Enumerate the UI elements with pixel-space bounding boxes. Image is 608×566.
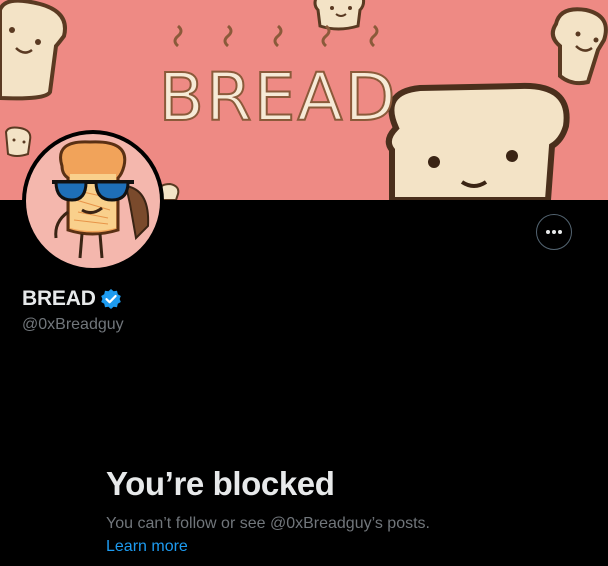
display-name: BREAD [22,287,96,310]
ellipsis-icon [546,230,562,234]
avatar[interactable] [22,130,164,272]
toast-with-sunglasses-avatar-icon [26,134,160,268]
blocked-title: You’re blocked [106,465,335,502]
toast-large-icon [385,82,570,200]
more-options-button[interactable] [536,214,572,250]
profile-handle: @0xBreadguy [22,316,124,333]
banner-title: BREAD [159,59,398,136]
toast-tiny-left-icon [4,126,32,157]
verified-badge-icon[interactable] [100,288,122,310]
blocked-message: You can’t follow or see @0xBreadguy’s po… [106,515,430,532]
toast-top-right-icon [550,7,608,86]
learn-more-link[interactable]: Learn more [106,536,188,558]
toast-small-top-icon [313,0,366,31]
blocked-notice: You’re blocked You can’t follow or see @… [106,464,566,558]
profile-name-row: BREAD [22,287,122,311]
toast-top-left-icon [0,0,67,101]
